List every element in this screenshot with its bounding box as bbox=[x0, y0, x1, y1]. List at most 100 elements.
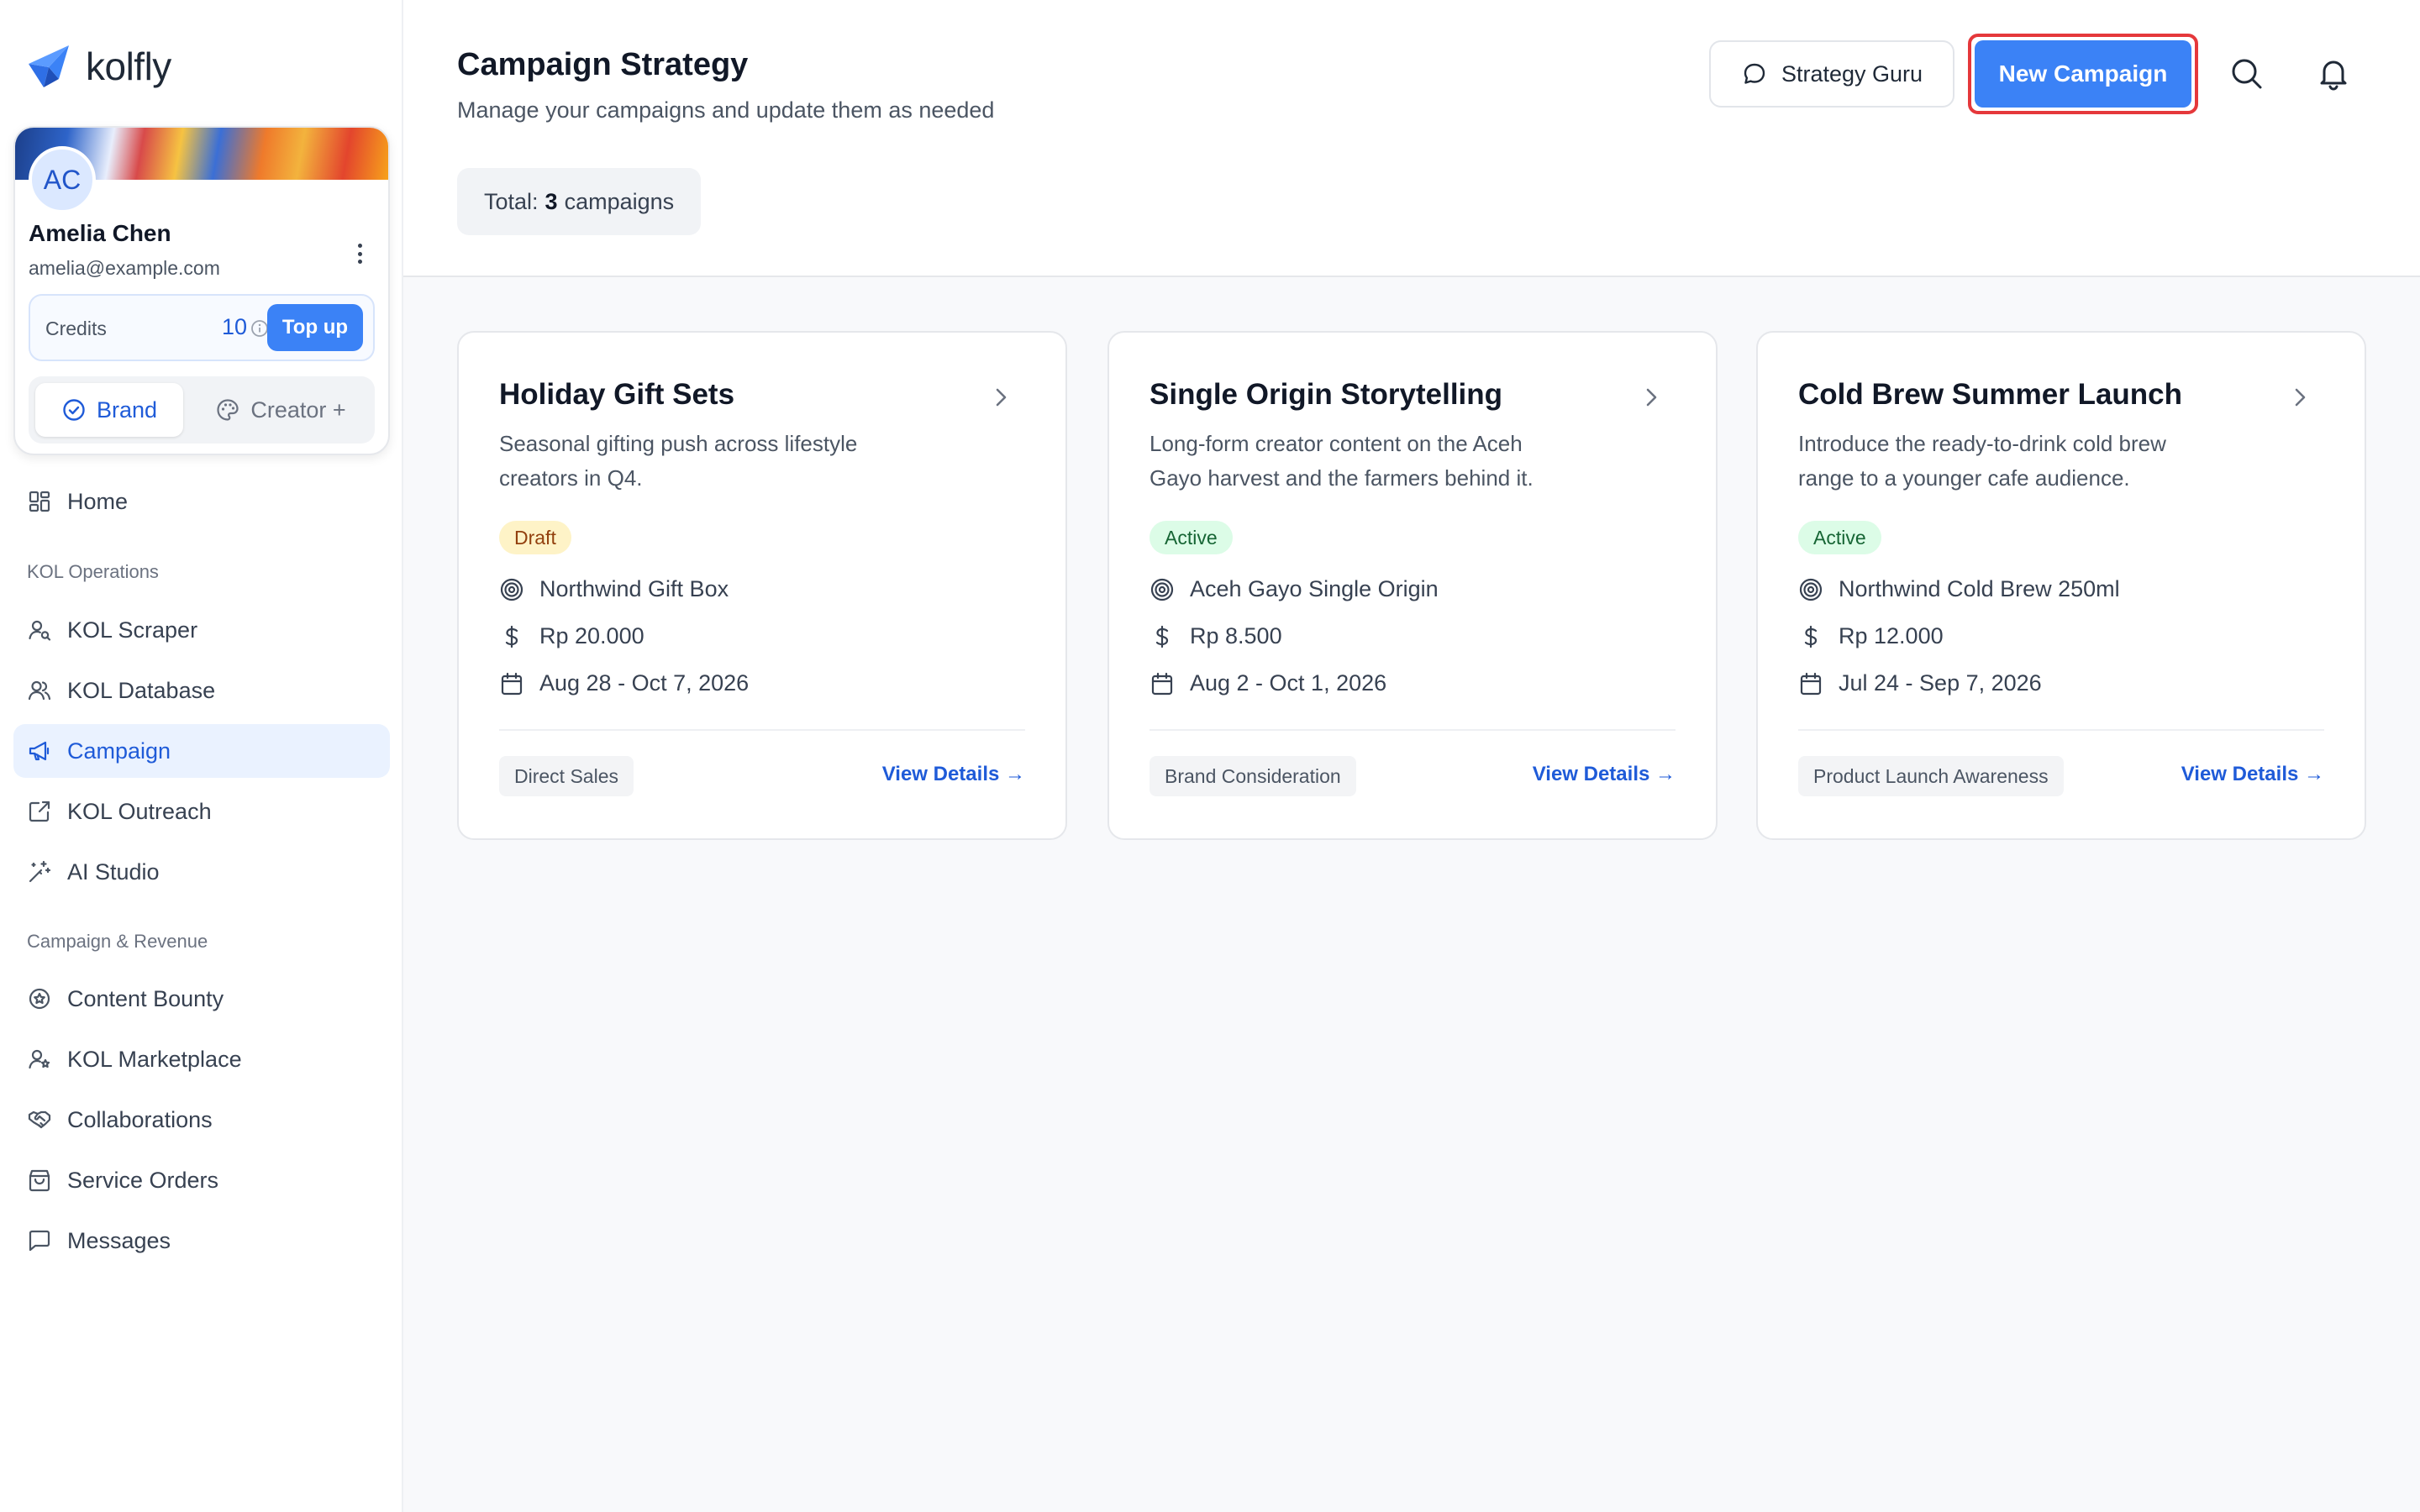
info-icon[interactable] bbox=[250, 319, 269, 338]
sidebar-item-service-orders[interactable]: Service Orders bbox=[13, 1153, 390, 1207]
profile-email: amelia@example.com bbox=[29, 257, 220, 279]
sidebar-item-label: KOL Database bbox=[67, 677, 216, 703]
dollar-icon bbox=[505, 625, 518, 648]
objective-tag: Brand Consideration bbox=[1150, 756, 1356, 796]
sidebar-item-label: Home bbox=[67, 488, 129, 514]
campaign-card[interactable]: Holiday Gift Sets Seasonal gifting push … bbox=[457, 331, 1067, 840]
product-name: Northwind Cold Brew 250ml bbox=[1839, 576, 2120, 601]
badge-star-icon bbox=[29, 988, 50, 1010]
app-name: kolfly bbox=[86, 45, 171, 88]
sidebar-item-label: KOL Outreach bbox=[67, 798, 212, 824]
sidebar-item-label: Campaign bbox=[67, 738, 171, 764]
logo[interactable]: kolfly bbox=[25, 42, 171, 91]
nav-section-kol-operations: KOL Operations bbox=[27, 561, 159, 582]
sidebar-item-label: Collaborations bbox=[67, 1106, 213, 1132]
status-badge: Active bbox=[1150, 521, 1233, 554]
sidebar: kolfly AC Amelia Chen amelia@example.com… bbox=[0, 0, 403, 1512]
budget-value: Rp 20.000 bbox=[539, 623, 644, 648]
more-options-icon[interactable] bbox=[350, 239, 370, 269]
card-divider bbox=[499, 729, 1025, 731]
date-range: Aug 28 - Oct 7, 2026 bbox=[539, 670, 750, 696]
total-prefix: Total: bbox=[484, 188, 539, 214]
chevron-right-icon[interactable] bbox=[1639, 385, 1664, 410]
product-name: Aceh Gayo Single Origin bbox=[1190, 576, 1439, 601]
view-details-link[interactable]: View Details → bbox=[1533, 763, 1676, 786]
sidebar-item-kol-scraper[interactable]: KOL Scraper bbox=[13, 603, 390, 657]
objective-tag: Direct Sales bbox=[499, 756, 634, 796]
dollar-icon bbox=[1155, 625, 1169, 648]
strategy-guru-button[interactable]: Strategy Guru bbox=[1709, 40, 1954, 108]
bell-icon[interactable] bbox=[2315, 55, 2352, 92]
sidebar-item-home[interactable]: Home bbox=[13, 475, 390, 528]
calendar-icon bbox=[1800, 672, 1822, 695]
campaign-budget: Rp 20.000 bbox=[499, 623, 644, 649]
campaign-product: Aceh Gayo Single Origin bbox=[1150, 576, 1439, 602]
campaign-title[interactable]: Cold Brew Summer Launch bbox=[1798, 378, 2182, 412]
sidebar-item-label: AI Studio bbox=[67, 858, 160, 885]
avatar[interactable]: AC bbox=[29, 146, 96, 213]
date-range: Aug 2 - Oct 1, 2026 bbox=[1190, 670, 1387, 696]
profile-name: Amelia Chen bbox=[29, 220, 171, 246]
campaign-dates: Aug 28 - Oct 7, 2026 bbox=[499, 670, 749, 696]
sidebar-item-campaign[interactable]: Campaign bbox=[13, 724, 390, 778]
chevron-right-icon[interactable] bbox=[2287, 385, 2312, 410]
profile-card: AC Amelia Chen amelia@example.com Credit… bbox=[13, 126, 390, 455]
new-campaign-button[interactable]: New Campaign bbox=[1975, 40, 2191, 108]
sidebar-item-label: Content Bounty bbox=[67, 985, 224, 1011]
message-square-icon bbox=[29, 1230, 50, 1252]
calendar-icon bbox=[1151, 672, 1173, 695]
campaign-dates: Aug 2 - Oct 1, 2026 bbox=[1150, 670, 1386, 696]
budget-value: Rp 12.000 bbox=[1839, 623, 1944, 648]
dollar-icon bbox=[1804, 625, 1818, 648]
mode-brand-tab[interactable]: Brand bbox=[35, 383, 183, 437]
mode-switch: Brand Creator + bbox=[29, 376, 375, 444]
sidebar-item-label: KOL Marketplace bbox=[67, 1046, 242, 1072]
chat-bubble-icon bbox=[1744, 63, 1765, 84]
calendar-icon bbox=[501, 672, 523, 695]
card-divider bbox=[1798, 729, 2324, 731]
search-icon[interactable] bbox=[2228, 55, 2265, 92]
mode-creator-label: Creator + bbox=[250, 396, 346, 423]
sidebar-item-kol-outreach[interactable]: KOL Outreach bbox=[13, 785, 390, 838]
sidebar-item-kol-database[interactable]: KOL Database bbox=[13, 664, 390, 717]
dashboard-icon bbox=[29, 491, 50, 512]
campaign-description: Long-form creator content on the Aceh Ga… bbox=[1150, 431, 1534, 491]
credits-box: Credits 10 Top up bbox=[29, 294, 375, 361]
shopping-bag-icon bbox=[29, 1169, 50, 1192]
card-divider bbox=[1150, 729, 1676, 731]
sidebar-item-label: KOL Scraper bbox=[67, 617, 198, 643]
campaign-title[interactable]: Holiday Gift Sets bbox=[499, 378, 734, 412]
target-icon bbox=[1150, 578, 1174, 601]
sidebar-item-collaborations[interactable]: Collaborations bbox=[13, 1093, 390, 1147]
campaign-product: Northwind Cold Brew 250ml bbox=[1798, 576, 2120, 602]
sidebar-item-ai-studio[interactable]: AI Studio bbox=[13, 845, 390, 899]
sidebar-item-messages[interactable]: Messages bbox=[13, 1214, 390, 1268]
user-search-icon bbox=[29, 620, 51, 641]
campaign-card[interactable]: Cold Brew Summer Launch Introduce the re… bbox=[1756, 331, 2366, 840]
check-circle-icon bbox=[63, 399, 85, 421]
sidebar-item-content-bounty[interactable]: Content Bounty bbox=[13, 972, 390, 1026]
chevron-right-icon[interactable] bbox=[988, 385, 1013, 410]
users-icon bbox=[28, 680, 51, 701]
campaign-description: Introduce the ready-to-drink cold brew r… bbox=[1798, 431, 2166, 491]
mode-brand-label: Brand bbox=[96, 396, 158, 423]
page-subtitle: Manage your campaigns and update them as… bbox=[457, 97, 995, 123]
user-star-icon bbox=[29, 1049, 50, 1069]
top-up-button[interactable]: Top up bbox=[267, 304, 363, 351]
sidebar-item-label: Service Orders bbox=[67, 1167, 219, 1193]
sidebar-item-kol-marketplace[interactable]: KOL Marketplace bbox=[13, 1032, 390, 1086]
total-suffix: campaigns bbox=[564, 188, 675, 214]
campaign-title[interactable]: Single Origin Storytelling bbox=[1150, 378, 1502, 412]
campaign-budget: Rp 12.000 bbox=[1798, 623, 1944, 649]
product-name: Northwind Gift Box bbox=[539, 576, 729, 601]
campaign-product: Northwind Gift Box bbox=[499, 576, 729, 602]
campaign-dates: Jul 24 - Sep 7, 2026 bbox=[1798, 670, 2042, 696]
header-divider bbox=[403, 276, 2420, 277]
campaign-card[interactable]: Single Origin Storytelling Long-form cre… bbox=[1107, 331, 1718, 840]
view-details-link[interactable]: View Details → bbox=[2181, 763, 2324, 786]
view-details-link[interactable]: View Details → bbox=[882, 763, 1025, 786]
strategy-guru-label: Strategy Guru bbox=[1781, 60, 1923, 87]
mode-creator-tab[interactable]: Creator + bbox=[193, 383, 368, 437]
magic-wand-icon bbox=[29, 860, 51, 883]
campaign-description: Seasonal gifting push across lifestyle c… bbox=[499, 431, 858, 491]
